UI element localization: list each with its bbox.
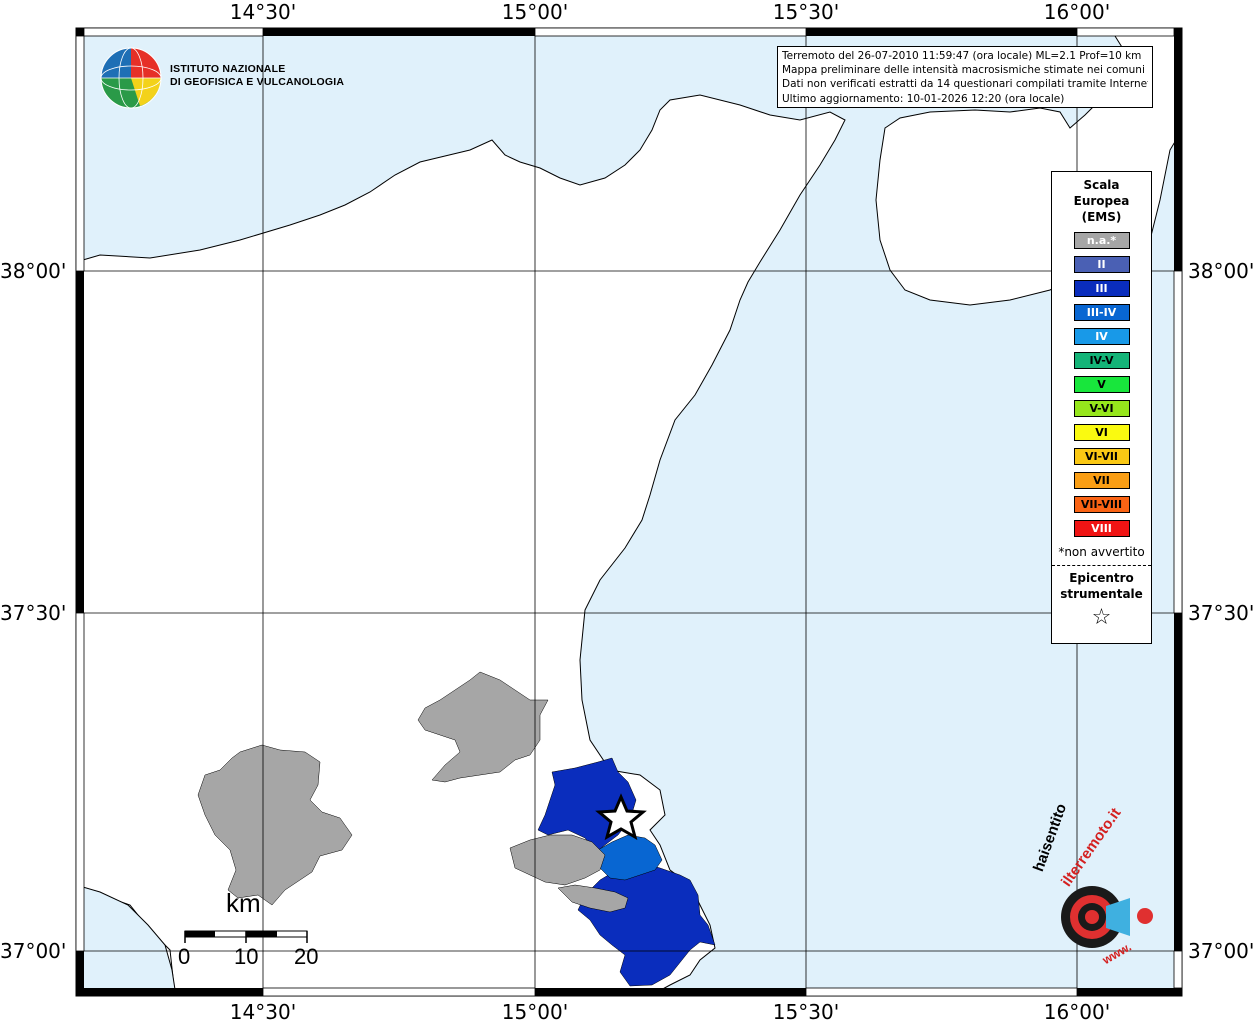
- legend-divider: [1052, 565, 1151, 566]
- tick-bottom-3: 15°30': [772, 1000, 840, 1024]
- tick-top-1: 14°30': [229, 0, 297, 24]
- legend-star-icon: ☆: [1091, 605, 1112, 630]
- legend-epicentro-label: Epicentro strumentale: [1060, 571, 1143, 601]
- legend-swatch: V-VI: [1073, 400, 1130, 417]
- legend-swatch: VII-VIII: [1073, 496, 1130, 513]
- legend-swatch: V: [1073, 376, 1130, 393]
- legend-swatch: VI-VII: [1073, 448, 1130, 465]
- tick-top-3: 15°30': [772, 0, 840, 24]
- info-line-event: Terremoto del 26-07-2010 11:59:47 (ora l…: [782, 50, 1142, 62]
- tick-bottom-1: 14°30': [229, 1000, 297, 1024]
- legend-swatch: VII: [1073, 472, 1130, 489]
- legend-swatch: III: [1073, 280, 1130, 297]
- tick-left-1: 38°00': [0, 259, 67, 283]
- tick-bottom-4: 16°00': [1043, 1000, 1111, 1024]
- legend-swatch: VIII: [1073, 520, 1130, 537]
- legend-swatches: n.a.* II III III-IV IV IV-V V V-VI VI VI-VII VII VI…: [1052, 232, 1151, 537]
- scale-unit: km: [226, 888, 261, 918]
- ingv-globe-icon: [100, 47, 162, 109]
- scale-label-20: 20: [294, 944, 319, 969]
- ingv-logo-text: ISTITUTO NAZIONALE DI GEOFISICA E VULCAN…: [170, 63, 344, 89]
- legend-swatch: n.a.*: [1073, 232, 1130, 249]
- info-line-map: Mappa preliminare delle intensità macros…: [782, 64, 1145, 77]
- tick-left-2: 37°30': [0, 601, 67, 625]
- ingv-logo-line1: ISTITUTO NAZIONALE: [170, 63, 286, 75]
- tick-right-2: 37°30': [1188, 601, 1254, 625]
- scale-label-10: 10: [234, 944, 259, 969]
- legend-swatch: IV-V: [1073, 352, 1130, 369]
- legend-note: *non avvertito: [1058, 545, 1145, 559]
- legend-swatch: IV: [1073, 328, 1130, 345]
- event-info-box: Terremoto del 26-07-2010 11:59:47 (ora l…: [777, 46, 1153, 108]
- tick-top-2: 15°00': [501, 0, 569, 24]
- info-line-update: Ultimo aggiornamento: 10-01-2026 12:20 (…: [782, 92, 1065, 105]
- info-line-data: Dati non verificati estratti da 14 quest…: [782, 78, 1148, 91]
- tick-top-4: 16°00': [1043, 0, 1111, 24]
- legend-swatch: II: [1073, 256, 1130, 273]
- ems-legend: Scala Europea (EMS) n.a.* II III III-IV IV IV…: [1051, 171, 1152, 644]
- legend-swatch: VI: [1073, 424, 1130, 441]
- legend-title: Scala Europea (EMS): [1073, 178, 1130, 224]
- tick-right-1: 38°00': [1188, 259, 1254, 283]
- tick-left-3: 37°00': [0, 939, 67, 963]
- ingv-logo-line2: DI GEOFISICA E VULCANOLOGIA: [170, 76, 345, 88]
- tick-right-3: 37°00': [1188, 939, 1254, 963]
- legend-swatch: III-IV: [1073, 304, 1130, 321]
- tick-bottom-2: 15°00': [501, 1000, 569, 1024]
- scale-label-0: 0: [178, 944, 191, 969]
